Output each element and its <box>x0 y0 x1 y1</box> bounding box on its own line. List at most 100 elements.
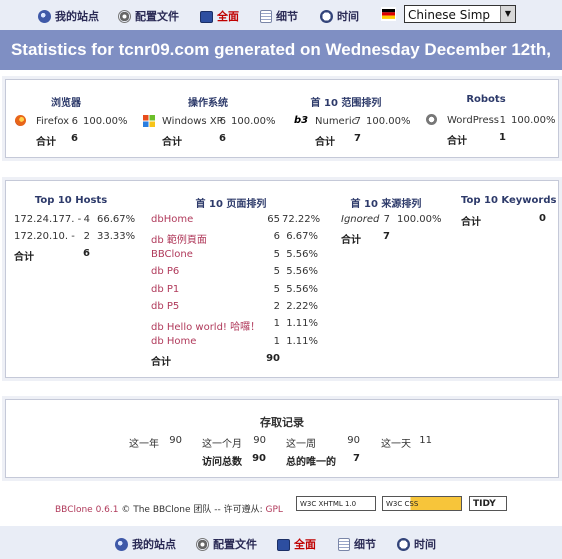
globe-icon <box>115 538 128 551</box>
os-total-label: 合计 <box>162 137 182 148</box>
extensions-total-label: 合计 <box>315 137 335 148</box>
month-value: 90 <box>253 435 266 446</box>
nav-label: 配置文件 <box>213 538 257 551</box>
page-count: 65 <box>267 214 280 225</box>
browser-count: 6 <box>71 116 78 127</box>
badge-label: W3C XHTML 1.0 <box>300 500 357 508</box>
os-name: Windows XP <box>162 116 223 127</box>
nav-my-site[interactable]: 我的站点 <box>115 536 176 551</box>
keywords-total-label: 合计 <box>461 217 481 228</box>
referrer-name: Ignored <box>341 214 380 225</box>
tidy-badge[interactable]: TIDY <box>469 496 507 511</box>
page-link[interactable]: db P6 <box>151 266 179 277</box>
nav-label: 时间 <box>337 10 359 23</box>
page-link[interactable]: BBClone <box>151 249 193 260</box>
hosts-total: 6 <box>83 248 90 259</box>
unique-value: 7 <box>353 453 360 464</box>
page-link[interactable]: db P5 <box>151 301 179 312</box>
keywords-heading: Top 10 Keywords <box>461 195 557 206</box>
w3c-css-badge[interactable]: W3C CSS <box>382 496 462 511</box>
referrers-total-label: 合计 <box>341 235 361 246</box>
nav-label: 全面 <box>217 10 239 23</box>
page-link[interactable]: dbHome <box>151 214 193 225</box>
page-pct: 5.56% <box>286 249 318 260</box>
year-value: 90 <box>169 435 182 446</box>
host-pct: 66.67% <box>97 214 136 225</box>
os-count: 6 <box>219 116 226 127</box>
nav-label: 时间 <box>414 538 436 551</box>
robots-heading: Robots <box>466 94 506 105</box>
page-link[interactable]: db 範例頁面 <box>151 231 207 246</box>
page-count: 5 <box>273 249 280 260</box>
language-select[interactable]: Chinese Simp ▼ <box>404 5 516 23</box>
clock-icon <box>320 10 333 23</box>
page-pct: 5.56% <box>286 284 318 295</box>
page-link[interactable]: db P1 <box>151 284 179 295</box>
page-pct: 6.67% <box>286 231 318 242</box>
robots-total-label: 合计 <box>447 136 467 147</box>
referrers-heading: 首 10 来源排列 <box>350 199 422 210</box>
nav-global[interactable]: 全面 <box>277 536 316 551</box>
os-heading: 操作系统 <box>188 98 228 109</box>
top-navigation: 我的站点 配置文件 全面 细节 时间 Chinese Simp ▼ <box>0 0 562 30</box>
extension-pct: 100.00% <box>366 116 411 127</box>
page-link[interactable]: db Home <box>151 336 196 347</box>
page-count: 5 <box>273 284 280 295</box>
nav-config[interactable]: 配置文件 <box>196 536 257 551</box>
nav-label: 细节 <box>354 538 376 551</box>
referrer-pct: 100.00% <box>397 214 442 225</box>
language-value: Chinese Simp <box>408 8 491 22</box>
w3c-xhtml-badge[interactable]: W3C XHTML 1.0 <box>296 496 376 511</box>
nav-time[interactable]: 时间 <box>320 8 359 23</box>
day-value: 11 <box>419 435 432 446</box>
robot-pct: 100.00% <box>511 115 556 126</box>
keywords-total: 0 <box>539 213 546 224</box>
nav-label: 配置文件 <box>135 10 179 23</box>
nav-label: 全面 <box>294 538 316 551</box>
german-flag-icon <box>381 7 396 21</box>
globe-icon <box>38 10 51 23</box>
gpl-link[interactable]: GPL <box>266 505 283 515</box>
robots-total: 1 <box>499 132 506 143</box>
access-box: 存取记录 这一年 90 这一个月 90 这一周 90 这一天 11 访问总数 9… <box>5 399 559 478</box>
nav-detailed[interactable]: 细节 <box>260 8 298 23</box>
visits-value: 90 <box>252 453 266 464</box>
hosts-total-label: 合计 <box>14 252 34 263</box>
gear-icon <box>196 538 209 551</box>
numeric-icon: b3 <box>294 115 309 126</box>
nav-my-site[interactable]: 我的站点 <box>38 8 99 23</box>
host-count: 2 <box>83 231 90 242</box>
referrer-count: 7 <box>383 214 390 225</box>
nav-label: 细节 <box>276 10 298 23</box>
month-label: 这一个月 <box>202 439 242 450</box>
screen-icon <box>200 11 213 23</box>
page-count: 1 <box>273 336 280 347</box>
clock-icon <box>397 538 410 551</box>
chevron-down-icon[interactable]: ▼ <box>500 6 515 22</box>
host-name: 172.24.177. - <box>14 214 82 225</box>
page-pct: 1.11% <box>286 318 318 329</box>
document-icon <box>338 538 350 551</box>
pages-total-label: 合计 <box>151 357 171 368</box>
summary-box-system: 浏览器 Firefox 6 100.00% 合计 6 操作系统 Windows … <box>5 79 559 158</box>
bbclone-version-link[interactable]: BBClone 0.6.1 <box>55 505 118 515</box>
firefox-icon <box>15 115 26 126</box>
page-title: Statistics for tcnr09.com generated on W… <box>0 30 562 99</box>
extensions-heading: 首 10 范围排列 <box>310 98 382 109</box>
os-total: 6 <box>219 133 226 144</box>
screen-icon <box>277 539 290 551</box>
nav-config[interactable]: 配置文件 <box>118 8 179 23</box>
page-link[interactable]: db Hello world! 哈囉！ <box>151 318 260 333</box>
year-label: 这一年 <box>129 439 159 450</box>
referrers-total: 7 <box>383 231 390 242</box>
host-pct: 33.33% <box>97 231 136 242</box>
windows-icon <box>143 115 155 127</box>
page-pct: 1.11% <box>286 336 318 347</box>
nav-detailed[interactable]: 细节 <box>338 536 376 551</box>
nav-time[interactable]: 时间 <box>397 536 436 551</box>
browser-pct: 100.00% <box>83 116 128 127</box>
footer-credit-text: © The BBClone 团队 -- 许可遵从: <box>121 505 263 515</box>
nav-global[interactable]: 全面 <box>200 8 239 23</box>
page-count: 6 <box>273 231 280 242</box>
footer-credits: BBClone 0.6.1 © The BBClone 团队 -- 许可遵从: … <box>55 502 283 515</box>
